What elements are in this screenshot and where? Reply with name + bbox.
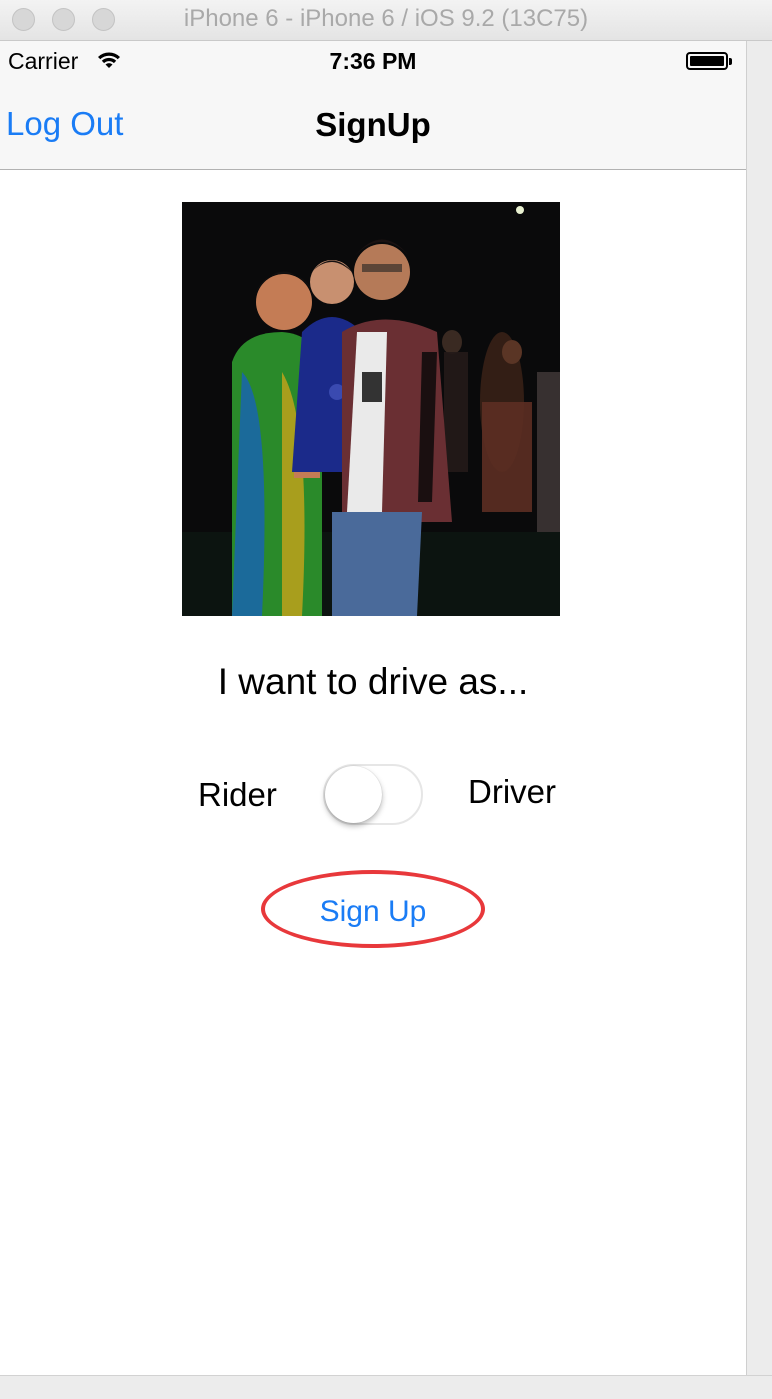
profile-photo bbox=[182, 202, 560, 616]
rider-driver-switch[interactable] bbox=[323, 764, 423, 825]
profile-photo-image bbox=[182, 202, 560, 616]
battery-icon bbox=[686, 52, 732, 70]
window-title: iPhone 6 - iPhone 6 / iOS 9.2 (13C75) bbox=[183, 5, 589, 32]
navigation-bar: Log Out SignUp bbox=[0, 81, 746, 170]
status-bar: Carrier 7:36 PM bbox=[0, 41, 746, 81]
rider-label: Rider bbox=[198, 776, 277, 813]
driver-label: Driver bbox=[468, 773, 556, 810]
simulator-title-bar: iPhone 6 - iPhone 6 / iOS 9.2 (13C75) bbox=[0, 0, 772, 41]
page-title: SignUp bbox=[315, 106, 431, 143]
drive-mode-prompt: I want to drive as... bbox=[217, 661, 529, 702]
device-screen: Carrier 7:36 PM Log Out SignUp I want to… bbox=[0, 41, 747, 1375]
simulator-bottom-strip bbox=[0, 1375, 772, 1399]
sign-up-button[interactable]: Sign Up bbox=[0, 895, 746, 929]
switch-knob bbox=[325, 766, 382, 823]
status-time: 7:36 PM bbox=[329, 48, 417, 74]
